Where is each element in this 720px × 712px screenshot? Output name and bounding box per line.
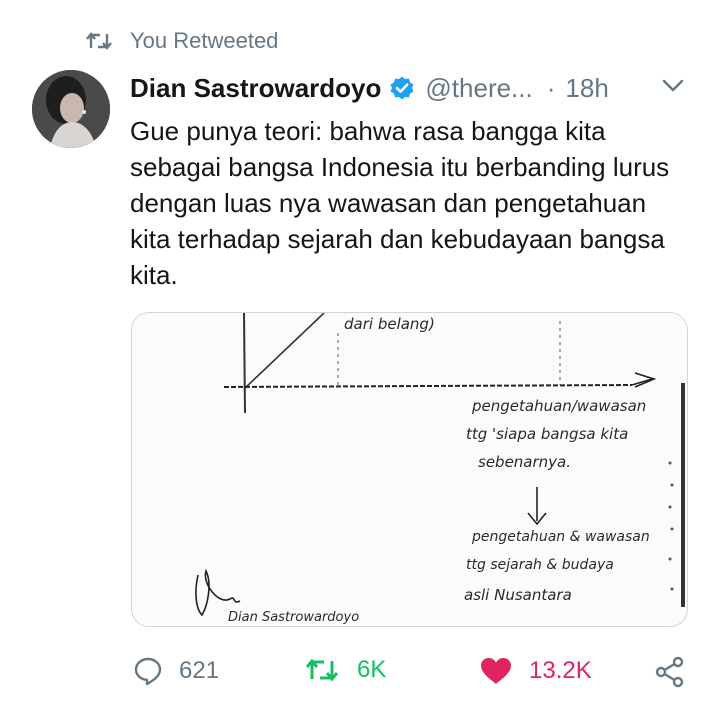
retweet-context: You Retweeted [84,26,278,56]
handwriting-line-6: asli Nusantara [464,586,572,604]
author-handle[interactable]: @there... [425,73,532,104]
signature-text: Dian Sastrowardoyo [228,610,359,625]
heart-icon [479,656,513,686]
tweet-media-image[interactable]: dari belang) pengetahuan/wawasan ttg 'si… [131,312,688,627]
verified-badge-icon [389,75,415,101]
handwriting-line-4: pengetahuan & wawasan [471,529,650,545]
share-button[interactable] [654,656,686,688]
like-button[interactable]: 13.2K [479,656,592,686]
separator-dot: · [546,72,556,103]
retweet-icon [303,656,341,684]
tweet-actions: 621 6K 13.2K [0,656,720,696]
handwriting-line-1: pengetahuan/wawasan [471,397,646,415]
author-name[interactable]: Dian Sastrowardoyo [130,73,381,104]
handwriting-line-3: sebenarnya. [478,453,571,471]
handwriting-line-2: ttg 'siapa bangsa kita [466,425,628,443]
handwriting-line-5: ttg sejarah & budaya [466,557,614,573]
tweet-time[interactable]: 18h [565,73,608,104]
share-icon [654,656,686,688]
like-count: 13.2K [529,657,592,684]
retweet-icon [84,30,114,52]
retweet-count: 6K [357,656,387,683]
handwriting-top-label: dari belang) [344,315,435,333]
retweet-context-label: You Retweeted [130,28,279,53]
reply-icon [133,656,163,686]
tweet-text: Gue punya teori: bahwa rasa bangga kita … [130,116,670,290]
chevron-down-icon[interactable] [662,78,684,99]
avatar[interactable] [32,70,110,148]
reply-count: 621 [179,657,220,684]
reply-button[interactable]: 621 [133,656,219,686]
tweet-header: Dian Sastrowardoyo @there... · 18h [130,70,609,106]
retweet-button[interactable]: 6K [303,656,386,684]
